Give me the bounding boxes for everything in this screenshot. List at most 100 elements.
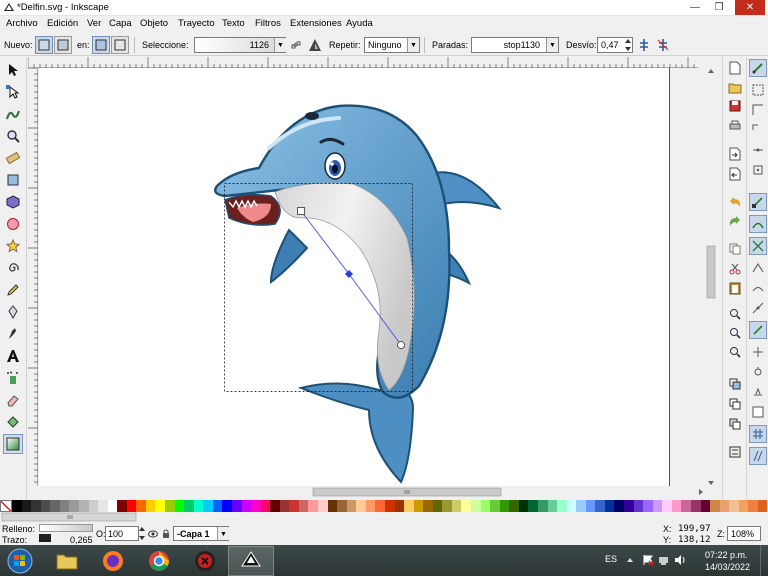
palette-swatch[interactable] [710, 500, 720, 512]
palette-swatch[interactable] [365, 500, 376, 512]
palette-swatch[interactable] [471, 500, 481, 512]
palette-swatch[interactable] [375, 500, 385, 512]
palette-swatch[interactable] [337, 500, 347, 512]
palette-swatch[interactable] [681, 500, 691, 512]
snap-intersections-toggle[interactable] [749, 237, 767, 255]
palette-swatch[interactable] [40, 500, 51, 512]
palette-swatch[interactable] [729, 500, 739, 512]
palette-swatch[interactable] [270, 500, 280, 512]
palette-swatch[interactable] [31, 500, 41, 512]
palette-swatch[interactable] [404, 500, 414, 512]
palette-swatch[interactable] [260, 500, 271, 512]
gradient-select[interactable]: 1126 [194, 37, 286, 53]
palette-swatch[interactable] [126, 500, 137, 512]
palette-swatch[interactable] [50, 500, 60, 512]
paste-button[interactable] [726, 279, 744, 297]
clock-time[interactable]: 07:22 p.m. [705, 550, 748, 560]
minimize-button[interactable]: — [684, 0, 706, 15]
palette-swatch[interactable] [308, 500, 318, 512]
copy-button[interactable] [726, 240, 744, 258]
opacity-input[interactable]: 100 [105, 526, 139, 541]
taskbar-app[interactable] [182, 546, 228, 576]
palette-swatch[interactable] [423, 500, 433, 512]
palette-swatch[interactable] [595, 500, 605, 512]
horizontal-ruler[interactable] [28, 57, 698, 68]
snap-midpoint-path-button[interactable] [749, 299, 767, 317]
palette-swatch[interactable] [566, 500, 577, 512]
palette-swatch[interactable] [117, 500, 127, 512]
selector-tool[interactable] [3, 60, 23, 80]
palette-swatch[interactable] [155, 500, 165, 512]
link-icon[interactable] [291, 40, 301, 50]
linear-gradient-button[interactable] [35, 36, 53, 54]
calligraphy-tool[interactable] [3, 324, 23, 344]
palette-swatch[interactable] [327, 500, 338, 512]
snap-guides-toggle[interactable] [749, 447, 767, 465]
pencil-tool[interactable] [3, 280, 23, 300]
snap-rotation-center-button[interactable] [749, 363, 767, 381]
network-icon[interactable] [658, 554, 670, 566]
taskbar-inkscape[interactable] [228, 546, 274, 576]
palette-swatch[interactable] [69, 500, 79, 512]
ellipse-tool[interactable] [3, 214, 23, 234]
snap-bbox-edges-button[interactable] [749, 101, 767, 119]
chevron-down-icon[interactable]: ▼ [274, 38, 286, 52]
palette-swatch[interactable] [346, 500, 357, 512]
palette-swatch[interactable] [21, 500, 32, 512]
offset-spinner-icon[interactable] [624, 37, 632, 53]
bucket-tool[interactable] [3, 412, 23, 432]
start-button[interactable] [0, 546, 40, 576]
palette-swatch[interactable] [614, 500, 624, 512]
snap-bbox-button[interactable] [749, 81, 767, 99]
palette-swatch[interactable] [98, 500, 108, 512]
palette-swatch[interactable] [576, 500, 586, 512]
taskbar-chrome[interactable] [136, 546, 182, 576]
gradient-tool[interactable] [3, 434, 23, 454]
zoom-input[interactable]: 108% [727, 526, 761, 541]
palette-swatch[interactable] [585, 500, 596, 512]
palette-swatch[interactable] [671, 500, 682, 512]
tweak-tool[interactable] [3, 104, 23, 124]
palette-swatch[interactable] [212, 500, 223, 512]
palette-swatch[interactable] [59, 500, 70, 512]
palette-swatch[interactable] [193, 500, 204, 512]
tray-arrow-icon[interactable] [626, 556, 634, 564]
snap-bbox-corners-button[interactable] [749, 121, 767, 139]
import-button[interactable] [726, 145, 744, 163]
palette-swatch[interactable] [442, 500, 452, 512]
palette-swatch[interactable] [12, 500, 22, 512]
palette-swatch[interactable] [643, 500, 653, 512]
redo-button[interactable] [726, 212, 744, 230]
measure-tool[interactable] [3, 148, 23, 168]
volume-icon[interactable] [674, 554, 686, 566]
zoom-page-button[interactable] [726, 343, 744, 361]
vertical-scrollbar[interactable] [705, 68, 717, 486]
palette-swatch[interactable] [700, 500, 711, 512]
menu-capa[interactable]: Capa [109, 18, 132, 29]
duplicate-button[interactable] [726, 375, 744, 393]
palette-swatch[interactable] [748, 500, 758, 512]
palette-swatch[interactable] [518, 500, 529, 512]
add-stop-icon[interactable] [637, 38, 651, 52]
palette-swatch[interactable] [557, 500, 567, 512]
palette-swatch[interactable] [413, 500, 424, 512]
snap-text-baseline-button[interactable] [749, 383, 767, 401]
print-button[interactable] [726, 117, 744, 135]
3dbox-tool[interactable] [3, 192, 23, 212]
taskbar-firefox[interactable] [90, 546, 136, 576]
chevron-down-icon[interactable]: ▼ [217, 527, 229, 540]
horizontal-scrollbar[interactable] [39, 486, 705, 498]
palette-swatch[interactable] [231, 500, 242, 512]
palette-swatch[interactable] [461, 500, 471, 512]
menu-edicion[interactable]: Edición [47, 18, 78, 29]
palette-swatch[interactable] [499, 500, 510, 512]
palette-swatch[interactable] [451, 500, 462, 512]
menu-ver[interactable]: Ver [87, 18, 101, 29]
palette-swatch[interactable] [136, 500, 146, 512]
flag-icon[interactable] [642, 554, 654, 566]
palette-swatch[interactable] [738, 500, 749, 512]
fill-target-button[interactable] [92, 36, 110, 54]
clock-date[interactable]: 14/03/2022 [705, 562, 750, 572]
color-palette[interactable] [0, 500, 768, 512]
eye-icon[interactable] [148, 530, 158, 538]
